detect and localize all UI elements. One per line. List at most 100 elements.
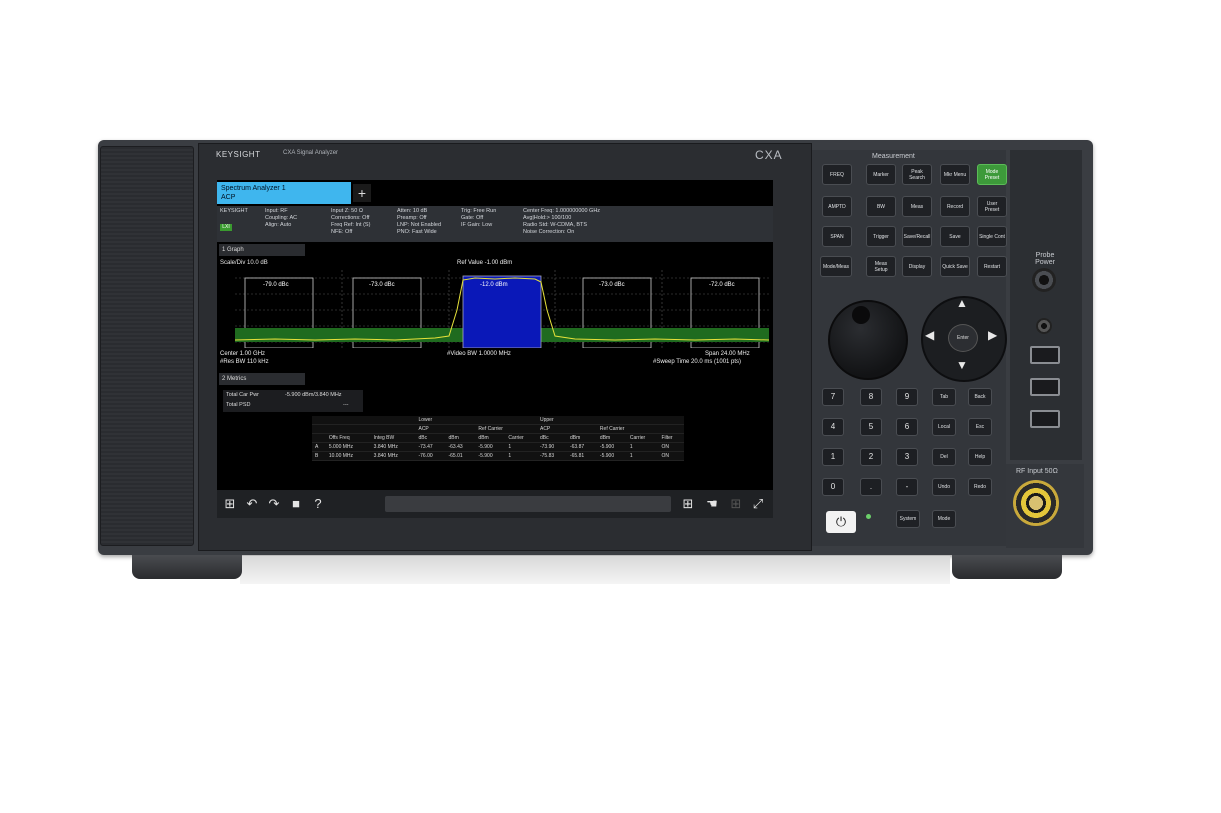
power-button[interactable]: ⏻ xyxy=(826,511,856,533)
span-label: Span 24.00 MHz xyxy=(705,351,750,357)
num-key-1[interactable]: 1 xyxy=(822,448,844,466)
arrow-right-icon[interactable]: ▶ xyxy=(988,328,997,342)
redo-key[interactable]: Redo xyxy=(968,478,992,496)
measurement-section-label: Measurement xyxy=(872,153,915,160)
graph-selector[interactable]: 1 Graph xyxy=(219,244,305,256)
command-input[interactable] xyxy=(385,496,671,512)
num-key-minus[interactable]: - xyxy=(896,478,918,496)
touch-icon[interactable]: ☚ xyxy=(703,495,721,513)
redo-icon[interactable]: ↷ xyxy=(265,495,283,513)
mode-meas-key[interactable]: Mode/Meas xyxy=(820,256,852,277)
headphone-jack[interactable] xyxy=(1036,318,1052,334)
local-key[interactable]: Local xyxy=(932,418,956,436)
layout-grid-icon[interactable]: ⊞ xyxy=(679,495,697,513)
enter-button[interactable]: Enter xyxy=(948,324,978,352)
channel-value-4: -73.0 dBc xyxy=(599,282,625,288)
esc-key[interactable]: Esc xyxy=(968,418,992,436)
group-header-upper: Upper xyxy=(536,416,659,425)
tab-key[interactable]: Tab xyxy=(932,388,956,406)
windows-start-icon[interactable]: ⊞ xyxy=(221,495,239,513)
arrow-up-icon[interactable]: ▲ xyxy=(956,296,968,310)
bw-key[interactable]: BW xyxy=(866,196,896,217)
single-cont-key[interactable]: Single Cont xyxy=(977,226,1007,247)
info-col-corrections: Input Z: 50 Ω Corrections: Off Freq Ref: I… xyxy=(331,208,371,235)
quick-save-key[interactable]: Quick Save xyxy=(940,256,970,277)
res-bw-label: #Res BW 110 kHz xyxy=(220,359,269,365)
grid-dim-icon[interactable]: ⊞ xyxy=(727,495,745,513)
mode-key[interactable]: Mode xyxy=(932,510,956,528)
num-key-7[interactable]: 7 xyxy=(822,388,844,406)
restart-key[interactable]: Restart xyxy=(977,256,1007,277)
screen-taskbar: ⊞ ↶ ↷ ■ ? ⊞ ☚ ⊞ ⤢ xyxy=(217,490,773,518)
mode-preset-key[interactable]: Mode Preset xyxy=(977,164,1007,185)
back-key[interactable]: Back xyxy=(968,388,992,406)
info-col-atten: Atten: 10 dB Preamp: Off LNP: Not Enabled P… xyxy=(397,208,442,235)
save-recall-key[interactable]: Save/Recall xyxy=(902,226,932,247)
sweep-time-label: #Sweep Time 20.0 ms (1001 pts) xyxy=(653,359,742,365)
add-tab-button[interactable]: + xyxy=(353,184,371,202)
channel-value-5: -72.0 dBc xyxy=(709,282,735,288)
total-psd-value: --- xyxy=(343,402,349,408)
channel-value-2: -73.0 dBc xyxy=(369,282,395,288)
info-col-trigger: Trig: Free Run Gate: Off IF Gain: Low xyxy=(461,208,497,228)
meas-key[interactable]: Meas xyxy=(902,196,932,217)
record-key[interactable]: Record xyxy=(940,196,970,217)
brand-logo: KEYSIGHT xyxy=(216,150,261,159)
settings-info-bar[interactable]: KEYSIGHT Input: RF Coupling: AC Align: Aut… xyxy=(217,206,773,242)
num-key-4[interactable]: 4 xyxy=(822,418,844,436)
marker-key[interactable]: Marker xyxy=(866,164,896,185)
usb-port-1[interactable] xyxy=(1030,346,1060,364)
metrics-selector[interactable]: 2 Metrics xyxy=(219,373,305,385)
knob-dimple xyxy=(852,306,870,324)
tab-spectrum-analyzer[interactable]: Spectrum Analyzer 1 ACP xyxy=(217,182,351,204)
trigger-key[interactable]: Trigger xyxy=(866,226,896,247)
display-key[interactable]: Display xyxy=(902,256,932,277)
num-key-6[interactable]: 6 xyxy=(896,418,918,436)
side-vent-grille xyxy=(100,146,194,546)
undo-icon[interactable]: ↶ xyxy=(243,495,261,513)
probe-power-port[interactable] xyxy=(1032,268,1056,292)
save-key[interactable]: Save xyxy=(940,226,970,247)
arrow-down-icon[interactable]: ▼ xyxy=(956,358,968,372)
help-key[interactable]: Help xyxy=(968,448,992,466)
span-key[interactable]: SPAN xyxy=(822,226,852,247)
info-col-input: Input: RF Coupling: AC Align: Auto xyxy=(265,208,298,228)
total-carrier-power-value: -5.900 dBm/3.840 MHz xyxy=(285,392,342,398)
num-key-5[interactable]: 5 xyxy=(860,418,882,436)
table-sub-header: ACP Ref Carrier ACP Ref Carrier xyxy=(312,424,684,434)
peak-search-key[interactable]: Peak Search xyxy=(902,164,932,185)
del-key[interactable]: Del xyxy=(932,448,956,466)
info-col-center-freq: Center Freq: 1.000000000 GHz Avg|Hold:> 1… xyxy=(523,208,601,235)
spectrum-plot[interactable]: -79.0 dBc -73.0 dBc -12.0 dBm -73.0 dBc … xyxy=(235,270,769,348)
tab-subtitle: ACP xyxy=(221,194,236,201)
num-key-9[interactable]: 9 xyxy=(896,388,918,406)
num-key-3[interactable]: 3 xyxy=(896,448,918,466)
window-icon[interactable]: ■ xyxy=(287,495,305,513)
meas-setup-key[interactable]: Meas Setup xyxy=(866,256,896,277)
usb-port-2[interactable] xyxy=(1030,378,1060,396)
rf-input-connector[interactable] xyxy=(1013,480,1059,526)
table-column-header: Offs Freq Integ BW dBc dBm dBm Carrier dBc d… xyxy=(312,433,684,443)
tab-title: Spectrum Analyzer 1 xyxy=(221,185,286,192)
usb-port-3[interactable] xyxy=(1030,410,1060,428)
rf-input-label: RF Input 50Ω xyxy=(1016,468,1058,475)
arrow-left-icon[interactable]: ◀ xyxy=(925,328,934,342)
total-power-box: Total Car Pwr -5.900 dBm/3.840 MHz Total… xyxy=(223,390,363,412)
fullscreen-icon[interactable]: ⤢ xyxy=(749,495,767,513)
freq-key[interactable]: FREQ xyxy=(822,164,852,185)
mkr-menu-key[interactable]: Mkr Menu xyxy=(940,164,970,185)
num-key-dot[interactable]: . xyxy=(860,478,882,496)
analyzer-screen: Spectrum Analyzer 1 ACP + KEYSIGHT Input… xyxy=(217,180,773,518)
amptd-key[interactable]: AMPTD xyxy=(822,196,852,217)
power-led xyxy=(866,514,871,519)
scale-label: Scale/Div 10.0 dB xyxy=(220,260,268,266)
user-preset-key[interactable]: User Preset xyxy=(977,196,1007,217)
num-key-0[interactable]: 0 xyxy=(822,478,844,496)
num-key-2[interactable]: 2 xyxy=(860,448,882,466)
num-key-8[interactable]: 8 xyxy=(860,388,882,406)
lxi-badge: LXI xyxy=(220,224,232,231)
help-icon[interactable]: ? xyxy=(309,495,327,513)
total-carrier-power-label: Total Car Pwr xyxy=(226,392,260,398)
undo-key[interactable]: Undo xyxy=(932,478,956,496)
system-key[interactable]: System xyxy=(896,510,920,528)
